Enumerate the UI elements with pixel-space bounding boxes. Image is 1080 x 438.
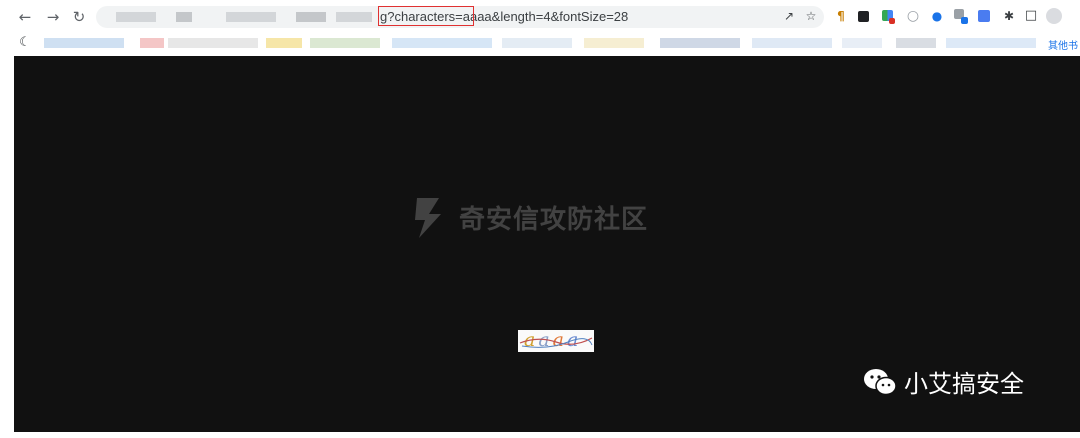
redacted-url-block <box>176 12 192 22</box>
back-icon[interactable]: ← <box>16 8 34 26</box>
share-icon[interactable]: ↗ <box>782 9 796 23</box>
reload-icon[interactable]: ↻ <box>70 8 88 26</box>
forward-icon[interactable]: → <box>44 8 62 26</box>
captcha-image: aaaa <box>518 330 594 352</box>
redacted-bookmark[interactable] <box>660 38 740 48</box>
puzzle-icon[interactable]: ✱ <box>1002 9 1016 23</box>
bookmark-star-icon[interactable]: ☆ <box>804 9 818 23</box>
watermark: 奇安信攻防社区 <box>409 194 648 240</box>
bookmark-bar: ☾ 其他书 <box>0 34 1080 52</box>
lightning-shield-icon <box>415 198 441 238</box>
wechat-account-name: 小艾搞安全 <box>904 370 1024 398</box>
browser-toolbar: ← → ↻ g?characters=aaaa&length=4&fontSiz… <box>0 0 1080 34</box>
redacted-bookmark[interactable] <box>310 38 380 48</box>
extension-badge <box>889 18 895 24</box>
watermark-text: 奇安信攻防社区 <box>459 204 649 235</box>
redacted-bookmark[interactable] <box>140 38 164 48</box>
wechat-icon <box>864 368 897 395</box>
extension-icon[interactable] <box>858 11 869 22</box>
extension-circle-icon[interactable]: ○ <box>906 9 920 23</box>
sidepanel-icon[interactable]: □ <box>1024 9 1038 23</box>
other-bookmarks-link[interactable]: 其他书 <box>1048 37 1078 52</box>
redacted-bookmark[interactable] <box>946 38 1036 48</box>
redacted-bookmark[interactable] <box>842 38 882 48</box>
redacted-bookmark[interactable] <box>168 38 258 48</box>
redacted-bookmark[interactable] <box>44 38 124 48</box>
extension-icon[interactable] <box>978 10 990 22</box>
page-viewport: 奇安信攻防社区 aaaa 小艾搞安全 <box>14 56 1080 432</box>
redacted-url-block <box>116 12 156 22</box>
bookmark-favicon[interactable]: ☾ <box>18 36 32 50</box>
url-highlight-box <box>378 6 474 26</box>
extension-icon[interactable]: ● <box>930 9 944 23</box>
wechat-watermark: 小艾搞安全 <box>862 364 1024 399</box>
redacted-bookmark[interactable] <box>392 38 492 48</box>
captcha-noise-lines <box>519 337 593 348</box>
redacted-bookmark[interactable] <box>752 38 832 48</box>
redacted-bookmark[interactable] <box>896 38 936 48</box>
redacted-bookmark[interactable] <box>584 38 644 48</box>
extension-icon[interactable]: ¶ <box>834 9 848 23</box>
redacted-url-block <box>296 12 326 22</box>
profile-icon[interactable] <box>1046 8 1062 24</box>
redacted-bookmark[interactable] <box>502 38 572 48</box>
address-bar[interactable]: g?characters=aaaa&length=4&fontSize=28 <box>96 6 824 28</box>
redacted-bookmark[interactable] <box>266 38 302 48</box>
redacted-url-block <box>226 12 276 22</box>
extension-badge <box>961 17 968 24</box>
redacted-url-block <box>336 12 372 22</box>
